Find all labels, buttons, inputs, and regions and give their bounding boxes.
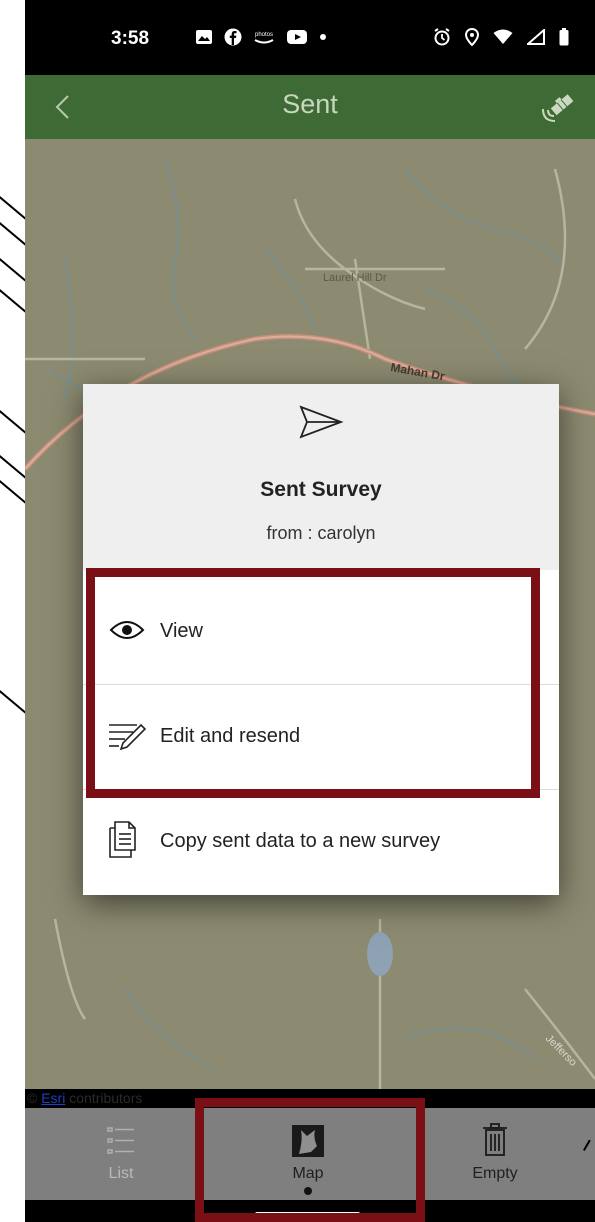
status-time: 3:58 — [111, 28, 150, 49]
page-title: Sent — [282, 89, 338, 119]
gps-button[interactable] — [537, 87, 581, 127]
phone-screen: 3:58 photos Sent Laurel Hill Dr Mahan Dr… — [25, 0, 595, 1222]
nav-empty[interactable]: Empty — [447, 1108, 543, 1200]
system-navigation-bar — [25, 1200, 595, 1222]
edit-and-resend-label: Edit and resend — [160, 725, 301, 747]
view-label: View — [160, 620, 203, 642]
wifi-icon — [493, 29, 513, 44]
dialog-header: Sent Survey from : carolyn — [83, 384, 559, 570]
list-icon — [107, 1127, 134, 1154]
svg-text:photos: photos — [255, 32, 273, 38]
edit-lines-icon — [109, 723, 147, 751]
map-icon — [292, 1125, 324, 1157]
road-label: Laurel Hill Dr — [323, 272, 387, 284]
bottom-navigation: List Map Empty — [25, 1108, 595, 1200]
photos-icon: photos — [254, 32, 274, 44]
view-button[interactable]: View — [83, 580, 559, 684]
road-label: Mahan Dr — [389, 360, 446, 383]
map-attribution: © Esri contributors — [27, 1090, 143, 1106]
active-indicator-dot — [304, 1187, 312, 1195]
youtube-icon — [287, 30, 307, 44]
dot-icon — [320, 34, 326, 40]
status-bar: 3:58 photos — [25, 0, 595, 75]
esri-link[interactable]: Esri — [41, 1090, 65, 1106]
trash-icon — [483, 1123, 507, 1156]
status-system-icons — [433, 28, 569, 46]
nav-map-label: Map — [292, 1165, 324, 1182]
alarm-icon — [434, 28, 450, 46]
sent-survey-dialog: Sent Survey from : carolyn View Edit and… — [83, 384, 559, 895]
satellite-icon — [542, 94, 574, 122]
copy-sent-data-label: Copy sent data to a new survey — [160, 830, 441, 852]
home-gesture-bar[interactable] — [255, 1212, 360, 1216]
nav-list-label: List — [108, 1165, 134, 1182]
nav-list[interactable]: List — [75, 1108, 167, 1200]
nav-map[interactable]: Map — [263, 1108, 353, 1200]
dialog-subtitle: from : carolyn — [266, 523, 376, 543]
location-icon — [465, 28, 479, 46]
battery-icon — [559, 28, 569, 46]
image-icon — [196, 30, 212, 44]
dialog-title: Sent Survey — [260, 478, 382, 501]
app-bar: Sent — [25, 75, 595, 139]
status-notification-icons: photos — [195, 28, 327, 46]
nav-empty-label: Empty — [472, 1165, 518, 1182]
eye-icon — [109, 621, 145, 639]
copy-document-icon — [109, 821, 136, 858]
copy-sent-data-button[interactable]: Copy sent data to a new survey — [83, 790, 559, 894]
facebook-icon — [224, 28, 242, 46]
edit-and-resend-button[interactable]: Edit and resend — [83, 685, 559, 789]
signal-icon — [527, 29, 545, 45]
paper-plane-icon — [299, 405, 344, 439]
